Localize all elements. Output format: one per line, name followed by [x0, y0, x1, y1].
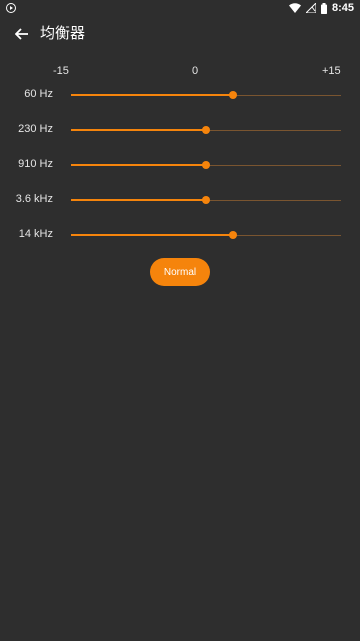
slider-60hz[interactable]: [71, 86, 341, 106]
media-play-icon: [6, 3, 16, 13]
band-label: 60 Hz: [24, 88, 53, 100]
slider-thumb[interactable]: [202, 126, 210, 134]
slider-fill: [71, 164, 206, 166]
slider-910hz[interactable]: [71, 156, 341, 176]
band-row-910hz: 910 Hz: [0, 156, 360, 176]
slider-fill: [71, 94, 233, 96]
slider-thumb[interactable]: [202, 161, 210, 169]
page-title: 均衡器: [40, 25, 86, 42]
battery-icon: [320, 2, 327, 14]
band-label: 230 Hz: [18, 123, 53, 135]
status-bar: 8:45: [0, 0, 360, 16]
band-label: 910 Hz: [18, 158, 53, 170]
back-button[interactable]: [10, 22, 34, 46]
scale-min-label: -15: [53, 65, 69, 77]
band-row-14khz: 14 kHz: [0, 226, 360, 246]
slider-thumb[interactable]: [229, 91, 237, 99]
scale-max-label: +15: [322, 65, 341, 77]
slider-fill: [71, 234, 233, 236]
slider-fill: [71, 129, 206, 131]
status-time: 8:45: [331, 2, 354, 14]
slider-14khz[interactable]: [71, 226, 341, 246]
status-icons: 8:45: [288, 1, 354, 15]
slider-thumb[interactable]: [229, 231, 237, 239]
band-label: 14 kHz: [18, 228, 53, 240]
slider-fill: [71, 199, 206, 201]
band-row-230hz: 230 Hz: [0, 121, 360, 141]
arrow-left-icon: [15, 28, 28, 40]
slider-230hz[interactable]: [71, 121, 341, 141]
band-row-60hz: 60 Hz: [0, 86, 360, 106]
wifi-icon: [288, 3, 301, 13]
scale-mid-label: 0: [192, 65, 199, 77]
no-signal-icon: [305, 3, 316, 13]
slider-thumb[interactable]: [202, 196, 210, 204]
band-label: 3.6 kHz: [15, 193, 53, 205]
band-row-3-6khz: 3.6 kHz: [0, 191, 360, 211]
slider-3-6khz[interactable]: [71, 191, 341, 211]
toolbar: 均衡器: [0, 18, 360, 50]
preset-normal-button[interactable]: Normal: [150, 258, 210, 286]
